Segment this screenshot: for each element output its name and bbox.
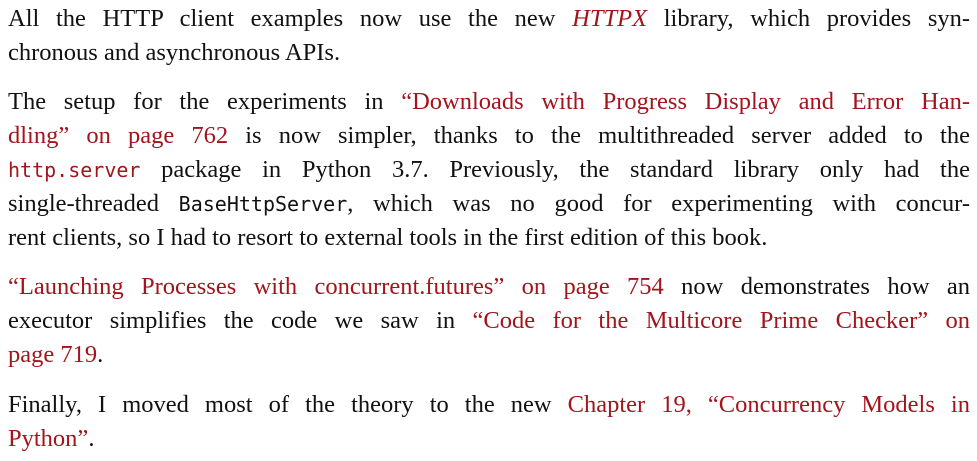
paragraph-2-line-4: single-threaded BaseHttpServer, which wa… <box>8 187 970 221</box>
text: . <box>97 341 104 368</box>
paragraph-2-line-2: dling” on page 762 is now simpler, thank… <box>8 119 970 153</box>
text: All the HTTP client examples now use the… <box>8 5 573 32</box>
paragraph-3-line-1: “Launching Processes with concurrent.fut… <box>8 270 970 304</box>
chapter-19-link[interactable]: Chapter 19, “Concurrency Models in <box>568 391 970 418</box>
launching-processes-link[interactable]: “Launching Processes with concurrent.fut… <box>8 273 664 300</box>
text: rent clients, so I had to resort to exte… <box>8 224 768 251</box>
text: single-threaded <box>8 190 179 217</box>
paragraph-3-line-2: executor simplifies the code we saw in “… <box>8 304 970 338</box>
paragraph-2-line-5: rent clients, so I had to resort to exte… <box>8 221 970 255</box>
prime-checker-link-cont[interactable]: page 719 <box>8 341 97 368</box>
text: is now simpler, thanks to the multithrea… <box>228 122 970 149</box>
paragraph-2-line-3: http.server package in Python 3.7. Previ… <box>8 153 970 187</box>
text: package in Python 3.7. Previously, the s… <box>140 156 970 183</box>
downloads-progress-link-cont[interactable]: dling” on page 762 <box>8 122 228 149</box>
chapter-19-link-cont[interactable]: Python” <box>8 425 88 452</box>
basehttpserver-code: BaseHttpServer <box>178 192 348 216</box>
paragraph-4-line-1: Finally, I moved most of the theory to t… <box>8 388 970 422</box>
downloads-progress-link[interactable]: “Downloads with Progress Display and Err… <box>401 88 970 115</box>
text: , which was no good for experimenting wi… <box>347 190 970 217</box>
text: library, which provides syn- <box>647 5 971 32</box>
text: Finally, I moved most of the theory to t… <box>8 391 568 418</box>
text: now demonstrates how an <box>663 273 970 300</box>
text: The setup for the experiments in <box>8 88 402 115</box>
paragraph-4-line-2: Python”. <box>8 422 970 456</box>
paragraph-3-line-3: page 719. <box>8 338 970 372</box>
paragraph-1-line-1: All the HTTP client examples now use the… <box>8 2 970 36</box>
text: executor simplifies the code we saw in <box>8 307 473 334</box>
paragraph-2-line-1: The setup for the experiments in “Downlo… <box>8 85 970 119</box>
httpx-link[interactable]: HTTPX <box>572 5 647 32</box>
http-server-code[interactable]: http.server <box>8 158 140 182</box>
text: . <box>88 425 95 452</box>
document-page: All the HTTP client examples now use the… <box>0 0 977 461</box>
paragraph-1-line-2: chronous and asynchronous APIs. <box>8 36 970 70</box>
prime-checker-link[interactable]: “Code for the Multicore Prime Checker” o… <box>473 307 970 334</box>
text: chronous and asynchronous APIs. <box>8 39 341 66</box>
